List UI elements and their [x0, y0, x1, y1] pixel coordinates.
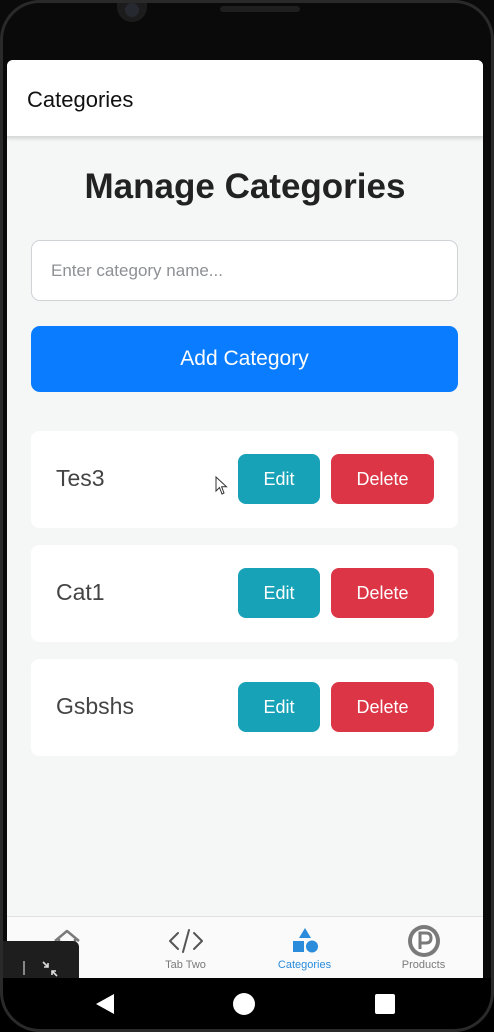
tab-products[interactable]: Products — [364, 917, 483, 978]
tab-categories[interactable]: Categories — [245, 917, 364, 978]
edit-button[interactable]: Edit — [238, 568, 320, 618]
mouse-cursor-icon — [215, 476, 228, 495]
tab-label: Products — [401, 959, 446, 971]
shapes-icon — [287, 926, 323, 956]
edit-button[interactable]: Edit — [238, 682, 320, 732]
page-title: Manage Categories — [84, 167, 406, 206]
phone-device: Categories Manage Categories Add Categor… — [0, 0, 494, 1032]
minimize-arrows-icon[interactable] — [40, 959, 60, 979]
category-name-input[interactable] — [32, 241, 457, 300]
delete-button[interactable]: Delete — [331, 454, 434, 504]
category-card: Cat1 Edit Delete — [31, 545, 458, 642]
home-button-icon[interactable] — [233, 993, 255, 1015]
tab-label: Categories — [277, 959, 332, 971]
category-card: Gsbshs Edit Delete — [31, 659, 458, 756]
code-icon — [168, 926, 204, 956]
tab-label: Tab Two — [165, 959, 206, 971]
app-screen: Categories Manage Categories Add Categor… — [7, 60, 483, 978]
category-name: Gsbshs — [56, 693, 134, 719]
header-title: Categories — [27, 87, 134, 112]
category-name-field[interactable] — [31, 240, 458, 301]
delete-button[interactable]: Delete — [331, 682, 434, 732]
category-card: Tes3 Edit Delete — [31, 431, 458, 528]
p-circle-icon — [406, 925, 442, 957]
app-header: Categories — [7, 60, 483, 137]
camera-icon — [117, 0, 147, 22]
edit-button[interactable]: Edit — [238, 454, 320, 504]
tab-two[interactable]: Tab Two — [126, 917, 245, 978]
speaker-grille — [220, 6, 300, 12]
recent-apps-icon[interactable] — [375, 994, 395, 1014]
category-name: Tes3 — [56, 465, 105, 491]
delete-button[interactable]: Delete — [331, 568, 434, 618]
android-nav-bar — [0, 978, 494, 1032]
divider — [23, 961, 25, 975]
category-name: Cat1 — [56, 579, 105, 605]
back-icon[interactable] — [94, 992, 116, 1016]
add-category-button[interactable]: Add Category — [31, 326, 458, 392]
